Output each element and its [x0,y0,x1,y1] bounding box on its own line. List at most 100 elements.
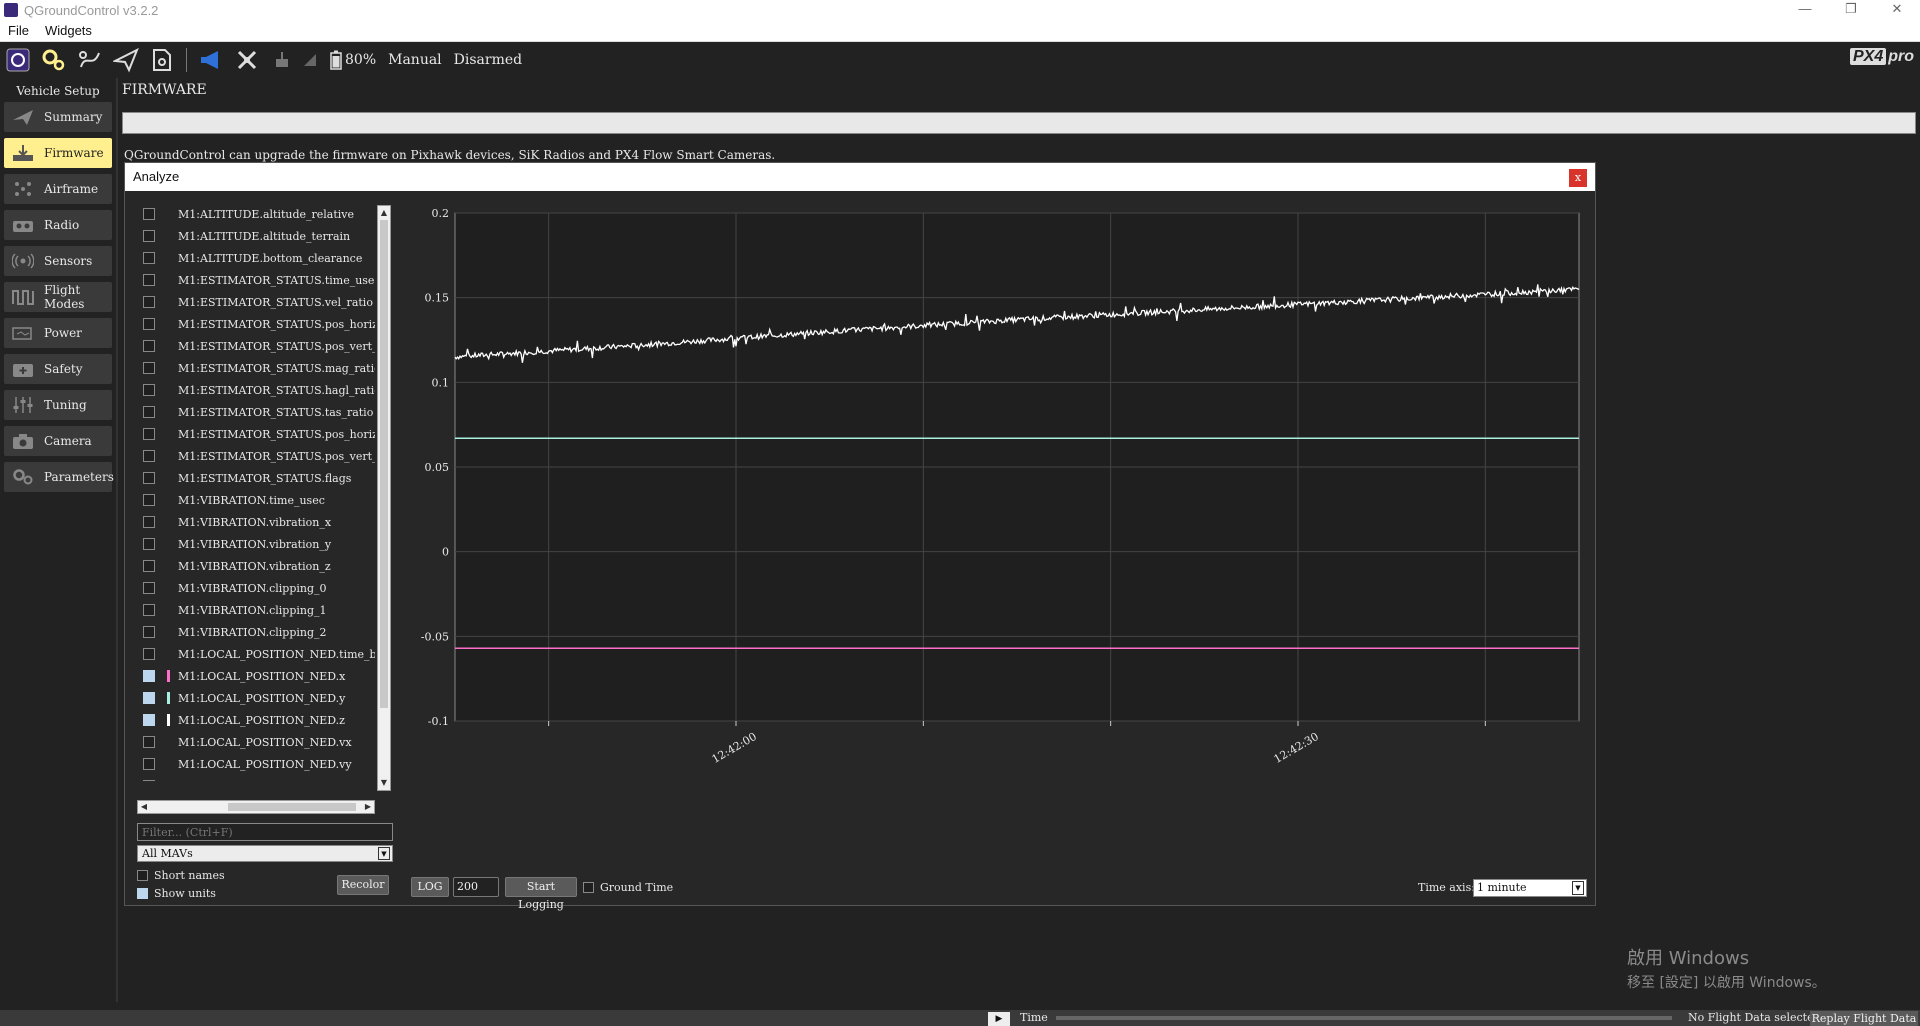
signal-checkbox[interactable] [143,384,155,396]
signal-row[interactable]: M1:LOCAL_POSITION_NED.z [135,709,375,731]
signal-row[interactable]: M1:LOCAL_POSITION_NED.vx [135,731,375,753]
signal-checkbox[interactable] [143,274,155,286]
signal-checkbox[interactable] [143,252,155,264]
menu-file[interactable]: File [0,23,37,38]
signal-checkbox[interactable] [143,538,155,550]
signal-row[interactable]: M1:LOCAL_POSITION_NED.vz [135,775,375,781]
ground-time-checkbox[interactable] [583,881,594,893]
vertical-scroll-thumb[interactable] [380,220,388,708]
signal-checkbox[interactable] [143,296,155,308]
signal-checkbox[interactable] [143,230,155,242]
replay-flight-data-button[interactable]: Replay Flight Data [1810,1011,1918,1026]
battery-icon[interactable] [329,47,343,73]
sidebar-item-power[interactable]: Power [4,318,112,348]
signal-row[interactable]: M1:ESTIMATOR_STATUS.pos_vert_accuracy [135,445,375,467]
qgc-logo-icon[interactable] [5,47,31,73]
signal-row[interactable]: M1:LOCAL_POSITION_NED.y [135,687,375,709]
signal-checkbox[interactable] [143,428,155,440]
sidebar-item-firmware[interactable]: Firmware [4,138,112,168]
signal-row[interactable]: M1:ESTIMATOR_STATUS.hagl_ratio [135,379,375,401]
signal-checkbox[interactable] [143,362,155,374]
signal-checkbox[interactable] [143,582,155,594]
menu-widgets[interactable]: Widgets [37,23,100,38]
rc-rssi-icon[interactable] [270,47,296,73]
scroll-up-arrow-icon[interactable]: ▲ [378,206,390,220]
signal-row[interactable]: M1:LOCAL_POSITION_NED.x [135,665,375,687]
signal-row[interactable]: M1:ESTIMATOR_STATUS.pos_horiz_accuracy [135,423,375,445]
signal-row[interactable]: M1:VIBRATION.vibration_x [135,511,375,533]
analyze-plot[interactable]: 0.2 0.15 0.1 0.05 0 -0.05 -0.1 12:42:00 12:42:30 [411,203,1587,773]
short-names-checkbox[interactable] [137,869,148,881]
sidebar-item-tuning[interactable]: Tuning [4,390,112,420]
scroll-right-arrow-icon[interactable]: ▶ [362,801,374,813]
signal-checkbox[interactable] [143,208,155,220]
signal-checkbox[interactable] [143,472,155,484]
sidebar-item-safety[interactable]: Safety [4,354,112,384]
signal-row[interactable]: M1:LOCAL_POSITION_NED.time_boot_ms [135,643,375,665]
short-names-option[interactable]: Short names [137,867,225,883]
signal-row[interactable]: M1:ESTIMATOR_STATUS.pos_horiz_ratio [135,313,375,335]
signal-row[interactable]: M1:ESTIMATOR_STATUS.mag_ratio [135,357,375,379]
signal-list-horizontal-scrollbar[interactable]: ◀ ▶ [137,800,375,814]
recolor-button[interactable]: Recolor [337,875,389,895]
signal-row[interactable]: M1:ALTITUDE.bottom_clearance [135,247,375,269]
analyze-view-icon[interactable] [149,47,175,73]
start-logging-button[interactable]: Start Logging [505,877,577,911]
signal-checkbox[interactable] [143,560,155,572]
scroll-down-arrow-icon[interactable]: ▼ [378,776,390,790]
analyze-close-button[interactable]: x [1569,169,1587,187]
signal-checkbox[interactable] [143,516,155,528]
signal-checkbox[interactable] [143,736,155,748]
signal-checkbox[interactable] [143,340,155,352]
signal-row[interactable]: M1:ALTITUDE.altitude_relative [135,203,375,225]
sidebar-item-radio[interactable]: Radio [4,210,112,240]
analyze-dialog-title[interactable]: Analyze [125,163,1595,191]
signal-row[interactable]: M1:VIBRATION.clipping_2 [135,621,375,643]
messages-megaphone-icon[interactable] [198,47,224,73]
flight-mode[interactable]: Manual [388,52,442,68]
signal-checkbox[interactable] [143,780,155,781]
fly-view-icon[interactable] [113,47,139,73]
sidebar-item-flight-modes[interactable]: Flight Modes [4,282,112,312]
signal-checkbox[interactable] [143,648,155,660]
vehicle-setup-gear-icon[interactable] [41,47,67,73]
log-scale-button[interactable]: LOG [411,877,449,897]
signal-row[interactable]: M1:ESTIMATOR_STATUS.flags [135,467,375,489]
signal-row[interactable]: M1:ESTIMATOR_STATUS.pos_vert_ratio [135,335,375,357]
signal-row[interactable]: M1:LOCAL_POSITION_NED.vy [135,753,375,775]
signal-checkbox[interactable] [143,626,155,638]
signal-filter-input[interactable] [137,823,393,841]
signal-checkbox[interactable] [143,604,155,616]
signal-row[interactable]: M1:ESTIMATOR_STATUS.time_usec [135,269,375,291]
sidebar-item-airframe[interactable]: Airframe [4,174,112,204]
ground-time-option[interactable]: Ground Time [583,879,673,895]
restore-button[interactable]: ❐ [1828,0,1874,20]
close-window-button[interactable]: ✕ [1874,0,1920,20]
minimize-button[interactable]: — [1782,0,1828,20]
signal-checkbox[interactable] [143,670,155,682]
sidebar-item-summary[interactable]: Summary [4,102,112,132]
signal-checkbox[interactable] [143,406,155,418]
signal-row[interactable]: M1:ESTIMATOR_STATUS.vel_ratio [135,291,375,313]
signal-checkbox[interactable] [143,714,155,726]
signal-row[interactable]: M1:VIBRATION.clipping_1 [135,599,375,621]
horizontal-scroll-thumb[interactable] [228,803,356,811]
signal-checkbox[interactable] [143,758,155,770]
show-units-checkbox[interactable] [137,887,148,899]
mav-select[interactable]: All MAVs ▼ [137,845,393,862]
signal-checkbox[interactable] [143,318,155,330]
arm-status[interactable]: Disarmed [454,52,522,68]
signal-row[interactable]: M1:VIBRATION.vibration_z [135,555,375,577]
time-axis-select[interactable]: 1 minute ▼ [1473,879,1587,897]
replay-time-slider[interactable] [1056,1016,1672,1020]
sidebar-item-sensors[interactable]: Sensors [4,246,112,276]
plan-view-icon[interactable] [77,47,103,73]
signal-checkbox[interactable] [143,450,155,462]
signal-checkbox[interactable] [143,494,155,506]
show-units-option[interactable]: Show units [137,885,216,901]
signal-row[interactable]: M1:VIBRATION.time_usec [135,489,375,511]
sidebar-item-camera[interactable]: Camera [4,426,112,456]
signal-row[interactable]: M1:VIBRATION.clipping_0 [135,577,375,599]
signal-row[interactable]: M1:ESTIMATOR_STATUS.tas_ratio [135,401,375,423]
signal-row[interactable]: M1:ALTITUDE.altitude_terrain [135,225,375,247]
